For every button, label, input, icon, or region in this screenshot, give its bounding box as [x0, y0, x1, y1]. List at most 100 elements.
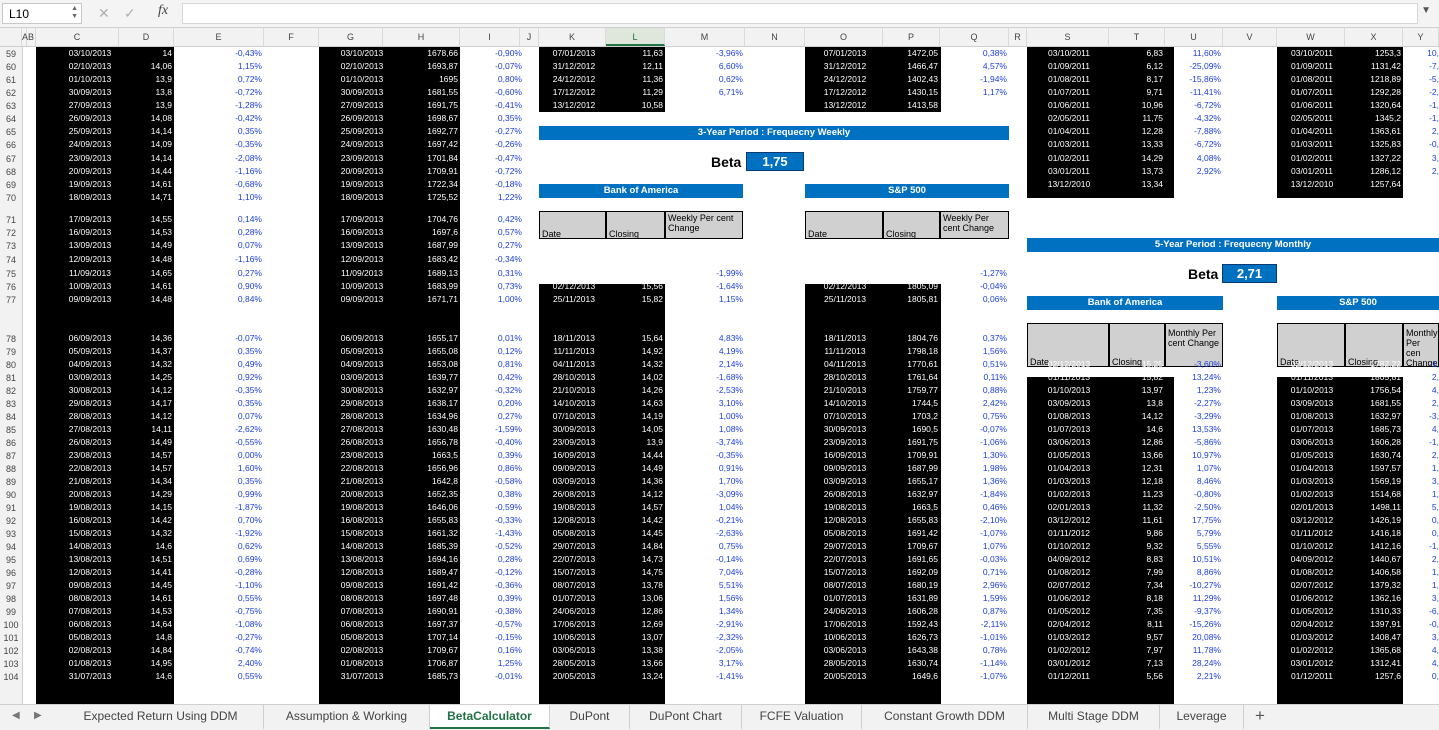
sp-daily-closing[interactable]: 1661,32 [383, 528, 458, 539]
boa-daily-change[interactable]: -0,43% [190, 48, 262, 59]
boa-monthly-date[interactable]: 01/12/2011 [1030, 671, 1108, 682]
sp-weekly-closing[interactable]: 1690,5 [883, 424, 938, 435]
sp-weekly-date[interactable]: 18/11/2013 [808, 333, 882, 344]
sp-weekly-change[interactable]: 0,06% [942, 294, 1007, 305]
sp-daily-change[interactable]: 0,28% [462, 554, 522, 565]
select-all-corner[interactable] [0, 28, 22, 46]
sp-weekly-date[interactable]: 07/10/2013 [808, 411, 882, 422]
boa-weekly-change[interactable]: 0,91% [667, 463, 743, 474]
boa-daily-change[interactable]: 2,40% [190, 658, 262, 669]
boa-daily-closing[interactable]: 13,9 [120, 100, 172, 111]
boa-monthly-date[interactable]: 02/04/2012 [1030, 619, 1108, 630]
boa-daily-closing[interactable]: 14,32 [120, 528, 172, 539]
boa-weekly-top-date[interactable]: 17/12/2012 [542, 87, 606, 98]
boa-monthly-top-closing[interactable]: 12,28 [1109, 126, 1163, 137]
boa-daily-closing[interactable]: 14,08 [120, 113, 172, 124]
boa-monthly-date[interactable]: 01/04/2013 [1030, 463, 1108, 474]
sp-daily-change[interactable]: 0,42% [462, 372, 522, 383]
three-year-beta-value[interactable]: 1,75 [746, 152, 804, 171]
sp-monthly-closing[interactable]: 1257,6 [1345, 671, 1401, 682]
boa-weekly-date[interactable]: 25/11/2013 [542, 294, 606, 305]
sp-weekly-closing[interactable]: 1703,2 [883, 411, 938, 422]
boa-weekly-closing[interactable]: 14,92 [606, 346, 663, 357]
sp-monthly-closing[interactable]: 1312,41 [1345, 658, 1401, 669]
boa-daily-change[interactable]: -0,42% [190, 113, 262, 124]
boa-weekly-closing[interactable]: 12,86 [606, 606, 663, 617]
boa-daily-closing[interactable]: 14,06 [120, 61, 172, 72]
sp-weekly-top-date[interactable]: 07/01/2013 [808, 48, 882, 59]
sp-daily-change[interactable]: 0,27% [462, 411, 522, 422]
sp-daily-change[interactable]: 0,39% [462, 450, 522, 461]
boa-weekly-top-date[interactable]: 13/12/2012 [542, 100, 606, 111]
boa-daily-change[interactable]: -0,68% [190, 179, 262, 190]
sp-weekly-date[interactable]: 29/07/2013 [808, 541, 882, 552]
column-header-m[interactable]: M [665, 28, 745, 46]
boa-weekly-date[interactable]: 05/08/2013 [542, 528, 606, 539]
sp-weekly-date[interactable]: 25/11/2013 [808, 294, 882, 305]
boa-weekly-closing[interactable]: 14,19 [606, 411, 663, 422]
sp-weekly-date[interactable]: 28/05/2013 [808, 658, 882, 669]
boa-weekly-change[interactable]: 4,83% [667, 333, 743, 344]
boa-weekly-change[interactable]: -1,99% [667, 268, 743, 279]
row-header-97[interactable]: 97 [0, 579, 22, 592]
sp-daily-change[interactable]: -0,40% [462, 437, 522, 448]
sp-weekly-change[interactable]: -0,03% [942, 554, 1007, 565]
boa-daily-closing[interactable]: 13,8 [120, 87, 172, 98]
sp-monthly-change[interactable]: 2, [1405, 398, 1439, 409]
sp-monthly-top-change[interactable]: -7, [1405, 61, 1439, 72]
sp-monthly-closing[interactable]: 1310,33 [1345, 606, 1401, 617]
sp-weekly-date[interactable]: 26/08/2013 [808, 489, 882, 500]
sp-daily-change[interactable]: -0,12% [462, 567, 522, 578]
sp-monthly-date[interactable]: 01/04/2013 [1280, 463, 1344, 474]
boa-weekly-date[interactable]: 01/07/2013 [542, 593, 606, 604]
boa-weekly-change[interactable]: -2,63% [667, 528, 743, 539]
boa-monthly-top-closing[interactable]: 11,75 [1109, 113, 1163, 124]
boa-monthly-top-date[interactable]: 03/01/2011 [1030, 166, 1108, 177]
boa-daily-change[interactable]: -1,87% [190, 502, 262, 513]
boa-daily-change[interactable]: 0,55% [190, 593, 262, 604]
sp-weekly-closing[interactable]: 1709,67 [883, 541, 938, 552]
sp-daily-closing[interactable]: 1663,5 [383, 450, 458, 461]
boa-daily-change[interactable]: 0,35% [190, 346, 262, 357]
sp-daily-closing[interactable]: 1681,55 [383, 87, 458, 98]
sp-daily-closing[interactable]: 1685,39 [383, 541, 458, 552]
boa-monthly-date[interactable]: 01/03/2013 [1030, 476, 1108, 487]
boa-weekly-closing[interactable]: 13,24 [606, 671, 663, 682]
boa-daily-change[interactable]: 0,62% [190, 541, 262, 552]
sp-weekly-date[interactable]: 11/11/2013 [808, 346, 882, 357]
sp-weekly-change[interactable]: 0,37% [942, 333, 1007, 344]
sp-monthly-closing[interactable]: 1756,54 [1345, 385, 1401, 396]
sp-daily-change[interactable]: -0,01% [462, 671, 522, 682]
sp-weekly-date[interactable]: 01/07/2013 [808, 593, 882, 604]
cancel-icon[interactable]: ✕ [98, 5, 110, 22]
boa-daily-change[interactable]: -2,62% [190, 424, 262, 435]
boa-weekly-date[interactable]: 30/09/2013 [542, 424, 606, 435]
boa-monthly-closing[interactable]: 8,18 [1109, 593, 1163, 604]
column-header-c[interactable]: C [36, 28, 119, 46]
boa-weekly-date[interactable]: 21/10/2013 [542, 385, 606, 396]
boa-weekly-closing[interactable]: 15,64 [606, 333, 663, 344]
sp-monthly-date[interactable]: 01/02/2012 [1280, 645, 1344, 656]
boa-daily-change[interactable]: 0,99% [190, 489, 262, 500]
sp-daily-closing[interactable]: 1630,48 [383, 424, 458, 435]
boa-daily-change[interactable]: -1,16% [190, 254, 262, 265]
boa-daily-change[interactable]: -0,27% [190, 632, 262, 643]
row-header-63[interactable]: 63 [0, 99, 22, 112]
sp-daily-closing[interactable]: 1694,16 [383, 554, 458, 565]
sp-weekly-closing[interactable]: 1744,5 [883, 398, 938, 409]
sp-daily-change[interactable]: -0,27% [462, 126, 522, 137]
boa-weekly-change[interactable]: 3,17% [667, 658, 743, 669]
boa-daily-closing[interactable]: 14,12 [120, 385, 172, 396]
row-header-100[interactable]: 100 [0, 618, 22, 631]
boa-monthly-top-date[interactable]: 01/09/2011 [1030, 61, 1108, 72]
sp-weekly-date[interactable]: 14/10/2013 [808, 398, 882, 409]
sp-monthly-top-closing[interactable]: 1320,64 [1345, 100, 1401, 111]
sheet-tab-betacalculator[interactable]: BetaCalculator [430, 705, 550, 729]
sp-monthly-top-date[interactable]: 01/03/2011 [1280, 139, 1344, 150]
sp-weekly-change[interactable]: 0,46% [942, 502, 1007, 513]
sp-monthly-date[interactable]: 01/06/2012 [1280, 593, 1344, 604]
column-header-b[interactable]: B [27, 28, 36, 46]
sp-weekly-closing[interactable]: 1655,17 [883, 476, 938, 487]
boa-monthly-date[interactable]: 02/07/2012 [1030, 580, 1108, 591]
sp-daily-closing[interactable]: 1683,42 [383, 254, 458, 265]
